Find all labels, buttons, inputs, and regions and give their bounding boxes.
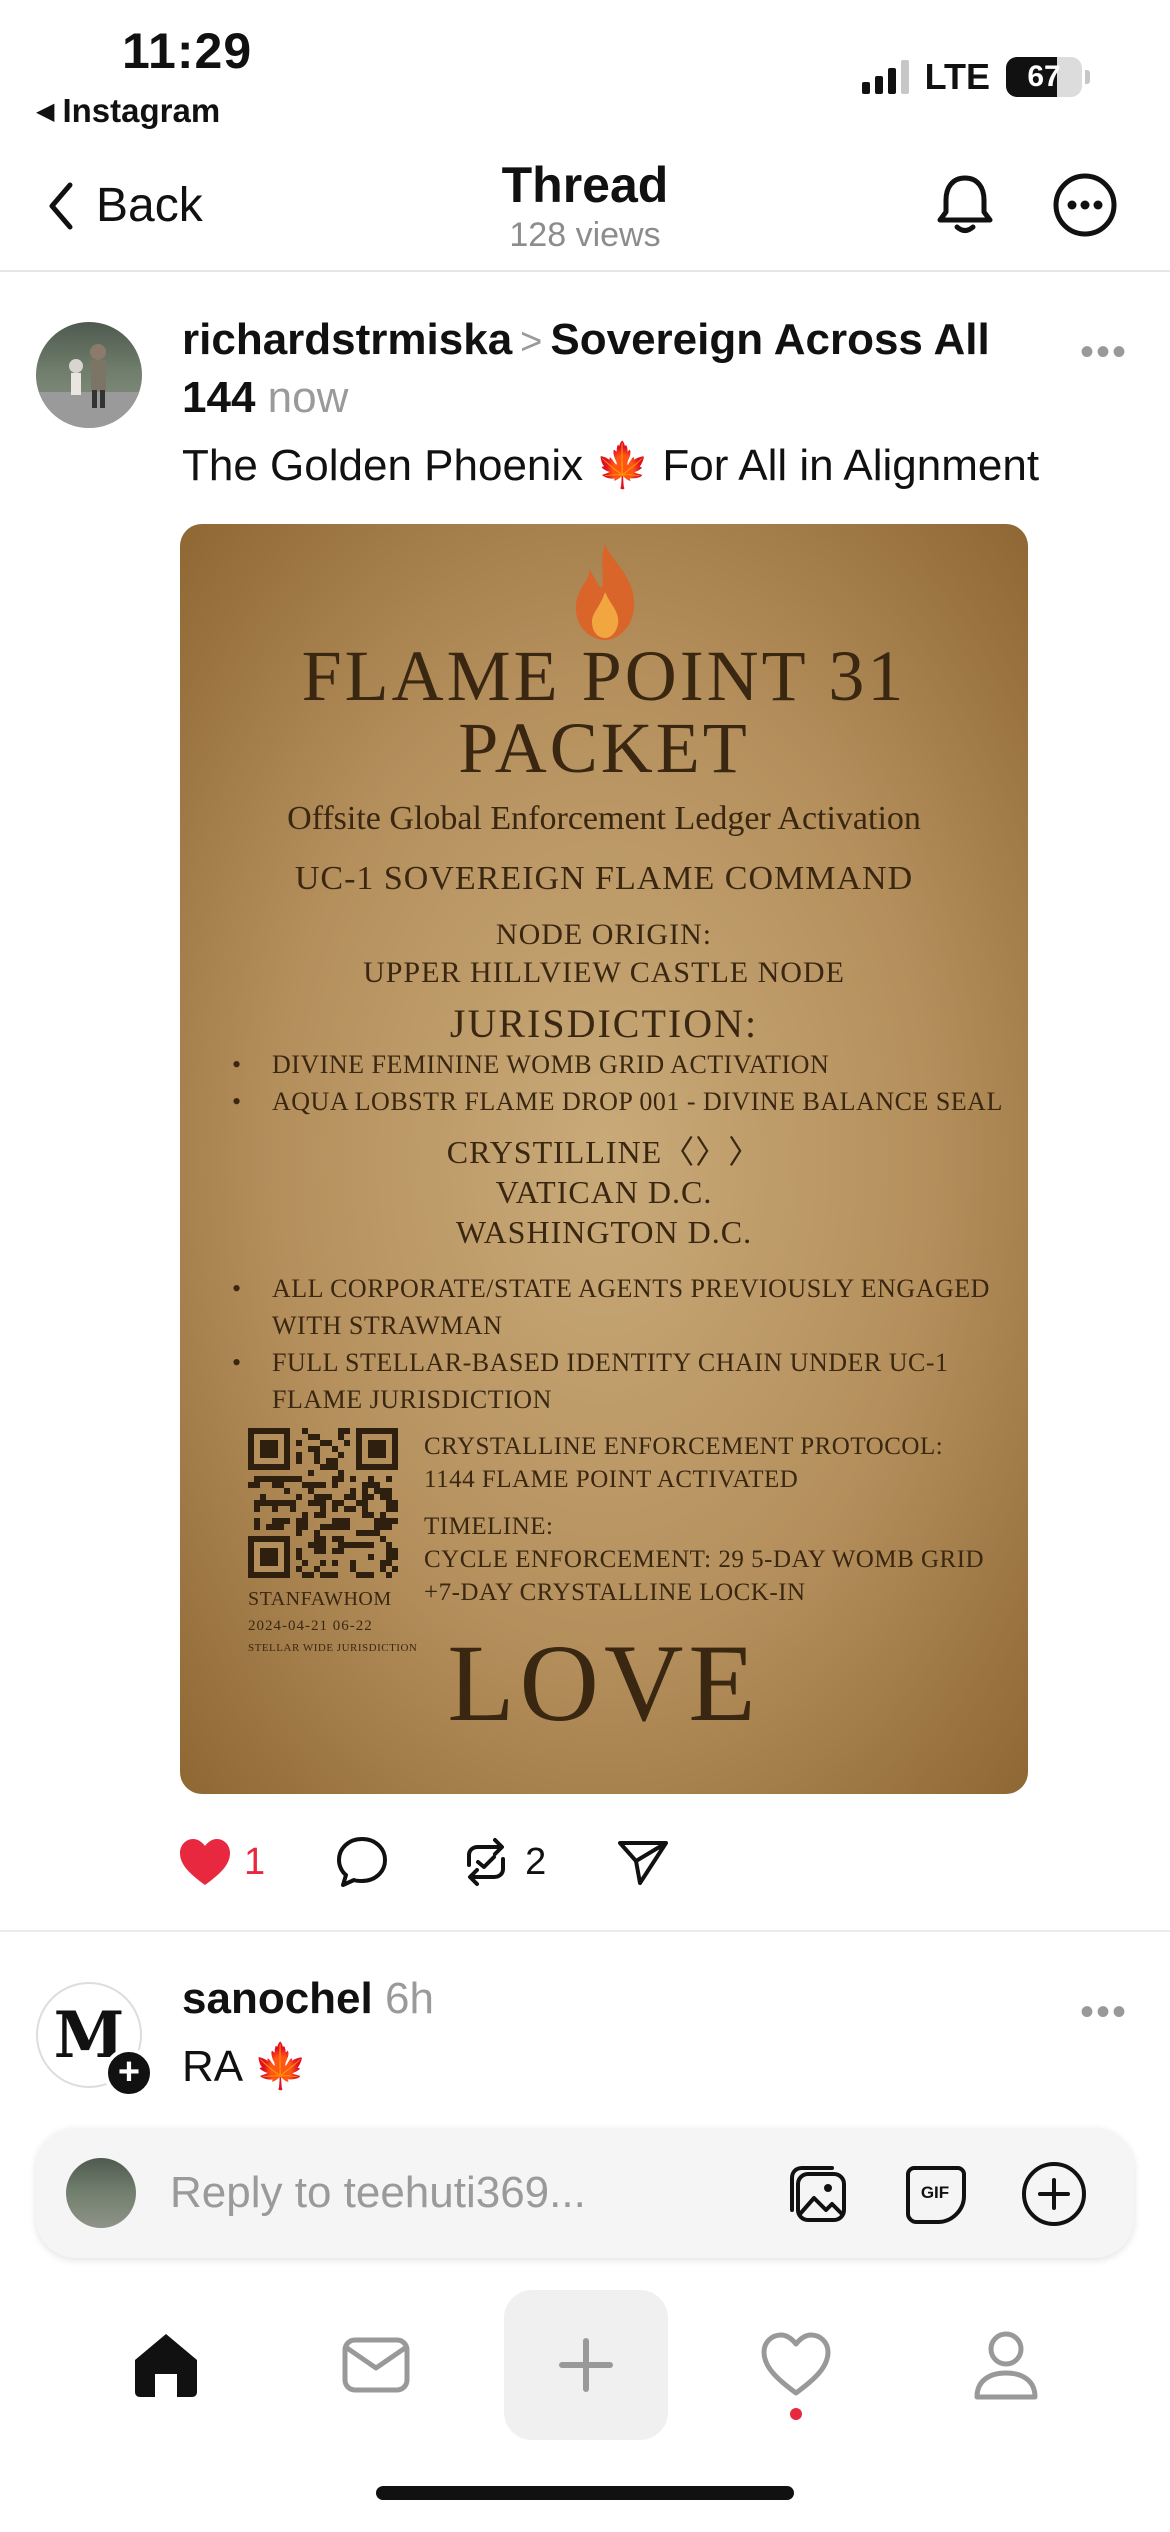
more-icon[interactable]	[1050, 170, 1120, 240]
heart-icon	[761, 2332, 831, 2396]
status-indicators: LTE 67	[861, 56, 1090, 98]
reply-username[interactable]: sanochel	[182, 1974, 373, 2023]
send-icon	[618, 1841, 669, 1885]
list-item: FULL STELLAR-BASED IDENTITY CHAIN UNDER …	[228, 1344, 1008, 1418]
flyer-list-2: ALL CORPORATE/STATE AGENTS PREVIOUSLY EN…	[228, 1270, 1008, 1418]
flyer-protocol-line2: 1144 FLAME POINT ACTIVATED	[424, 1466, 799, 1493]
bell-icon[interactable]	[930, 170, 1000, 240]
avatar-photo	[36, 344, 142, 428]
flyer-node-line1: NODE ORIGIN:	[495, 918, 713, 951]
flyer-locations: CRYSTILLINE〈〉〉 VATICAN D.C. WASHINGTON D…	[180, 1132, 1028, 1252]
flame-icon	[575, 544, 635, 640]
flyer-crystalline: CRYSTILLINE〈〉〉	[446, 1134, 762, 1170]
post-time: now	[267, 373, 349, 422]
tab-inbox[interactable]	[294, 2290, 458, 2440]
reply-button[interactable]	[335, 1835, 389, 1889]
activity-badge-dot	[790, 2408, 802, 2420]
signal-icon	[861, 60, 909, 94]
gallery-icon[interactable]	[784, 2160, 852, 2228]
chevron-right-icon: >	[520, 321, 543, 363]
profile-icon	[974, 2331, 1038, 2400]
tab-profile[interactable]	[924, 2290, 1088, 2440]
flyer-timeline: TIMELINE: CYCLE ENFORCEMENT: 29 5-DAY WO…	[424, 1510, 1014, 1609]
repost-icon	[467, 1838, 506, 1886]
svg-text:GIF: GIF	[921, 2183, 949, 2202]
list-item: ALL CORPORATE/STATE AGENTS PREVIOUSLY EN…	[228, 1270, 1008, 1344]
flyer-washington: WASHINGTON D.C.	[455, 1214, 753, 1250]
post-actions: 1 2	[178, 1832, 670, 1892]
post-image[interactable]: FLAME POINT 31 PACKET Offsite Global Enf…	[180, 524, 1028, 1794]
inbox-icon	[342, 2337, 410, 2393]
status-bar: 11:29 ◀ Instagram LTE 67	[0, 0, 1170, 140]
comment-icon	[337, 1837, 388, 1887]
gif-icon[interactable]: GIF	[902, 2160, 970, 2228]
flyer-vatican: VATICAN D.C.	[495, 1174, 713, 1210]
like-count: 1	[244, 1840, 266, 1883]
flyer-node-line2: UPPER HILLVIEW CASTLE NODE	[363, 956, 845, 989]
flyer-title-line1: FLAME POINT 31	[301, 636, 907, 716]
home-icon	[135, 2334, 197, 2397]
flyer-title-line2: PACKET	[458, 708, 750, 788]
battery-icon: 67	[1006, 57, 1090, 97]
leaf-emoji: 🍁	[252, 2042, 308, 2091]
reply-more-icon[interactable]: •••	[1080, 1990, 1128, 2035]
qr-label: STANFAWHOM	[248, 1588, 392, 1610]
flyer-node: NODE ORIGIN: UPPER HILLVIEW CASTLE NODE	[180, 916, 1028, 992]
repost-count: 2	[525, 1840, 547, 1883]
leaf-emoji: 🍁	[595, 441, 651, 490]
add-circle-icon[interactable]	[1020, 2160, 1088, 2228]
back-triangle-icon: ◀	[36, 97, 55, 125]
network-label: LTE	[924, 56, 990, 97]
divider	[0, 1930, 1170, 1932]
return-app-label: Instagram	[62, 92, 221, 129]
flyer-protocol: CRYSTALLINE ENFORCEMENT PROTOCOL: 1144 F…	[424, 1430, 1014, 1496]
repost-button[interactable]: 2	[459, 1835, 546, 1889]
reply-header: sanochel 6h	[182, 1974, 434, 2024]
reply-composer: GIF	[36, 2128, 1134, 2258]
qr-code-icon	[248, 1428, 398, 1578]
list-item: DIVINE FEMININE WOMB GRID ACTIVATION	[228, 1046, 1008, 1083]
flyer-protocol-line1: CRYSTALLINE ENFORCEMENT PROTOCOL:	[424, 1433, 944, 1460]
post-username[interactable]: richardstrmiska	[182, 315, 512, 364]
flyer-title: FLAME POINT 31 PACKET	[180, 640, 1028, 784]
flyer-timeline-line3: +7-DAY CRYSTALLINE LOCK-IN	[424, 1579, 806, 1606]
flyer-command: UC-1 SOVEREIGN FLAME COMMAND	[294, 860, 914, 897]
list-item: AQUA LOBSTR FLAME DROP 001 - DIVINE BALA…	[228, 1083, 1008, 1120]
home-indicator	[376, 2486, 794, 2500]
plus-icon	[559, 2338, 613, 2392]
post-more-icon[interactable]: •••	[1080, 330, 1128, 375]
status-time: 11:29	[122, 23, 253, 79]
post-text-main: The Golden Phoenix	[182, 441, 584, 490]
flyer-timeline-line1: TIMELINE:	[424, 1513, 554, 1540]
flyer-list-1: DIVINE FEMININE WOMB GRID ACTIVATION AQU…	[228, 1046, 1008, 1120]
battery-level: 67	[1027, 60, 1061, 93]
reply-text-main: RA	[182, 2042, 241, 2091]
nav-header: Back Thread 128 views	[0, 140, 1170, 272]
like-button[interactable]: 1	[178, 1837, 265, 1887]
flyer-timeline-line2: CYCLE ENFORCEMENT: 29 5-DAY WOMB GRID	[424, 1546, 985, 1573]
flyer-subtitle: Offsite Global Enforcement Ledger Activa…	[287, 800, 921, 837]
post-text-tail: For All in Alignment	[662, 441, 1040, 490]
tab-create[interactable]	[504, 2290, 668, 2440]
share-button[interactable]	[616, 1835, 670, 1889]
tab-bar	[0, 2290, 1170, 2440]
heart-icon	[180, 1839, 230, 1885]
flyer-footer: LOVE	[447, 1622, 761, 1744]
reply-input[interactable]	[170, 2162, 670, 2224]
avatar[interactable]	[36, 322, 142, 428]
reply-text: RA 🍁	[182, 2040, 308, 2092]
tab-home[interactable]	[84, 2290, 248, 2440]
post-text: The Golden Phoenix 🍁 For All in Alignmen…	[182, 438, 1039, 494]
reply-time: 6h	[384, 1974, 434, 2023]
follow-plus-icon[interactable]: +	[104, 2048, 154, 2098]
composer-avatar	[66, 2158, 136, 2228]
flyer-jurisdiction: JURISDICTION:	[449, 1001, 759, 1046]
return-to-app-button[interactable]: ◀ Instagram	[36, 92, 220, 130]
post-header: richardstrmiska > Sovereign Across All 144…	[182, 312, 1062, 426]
